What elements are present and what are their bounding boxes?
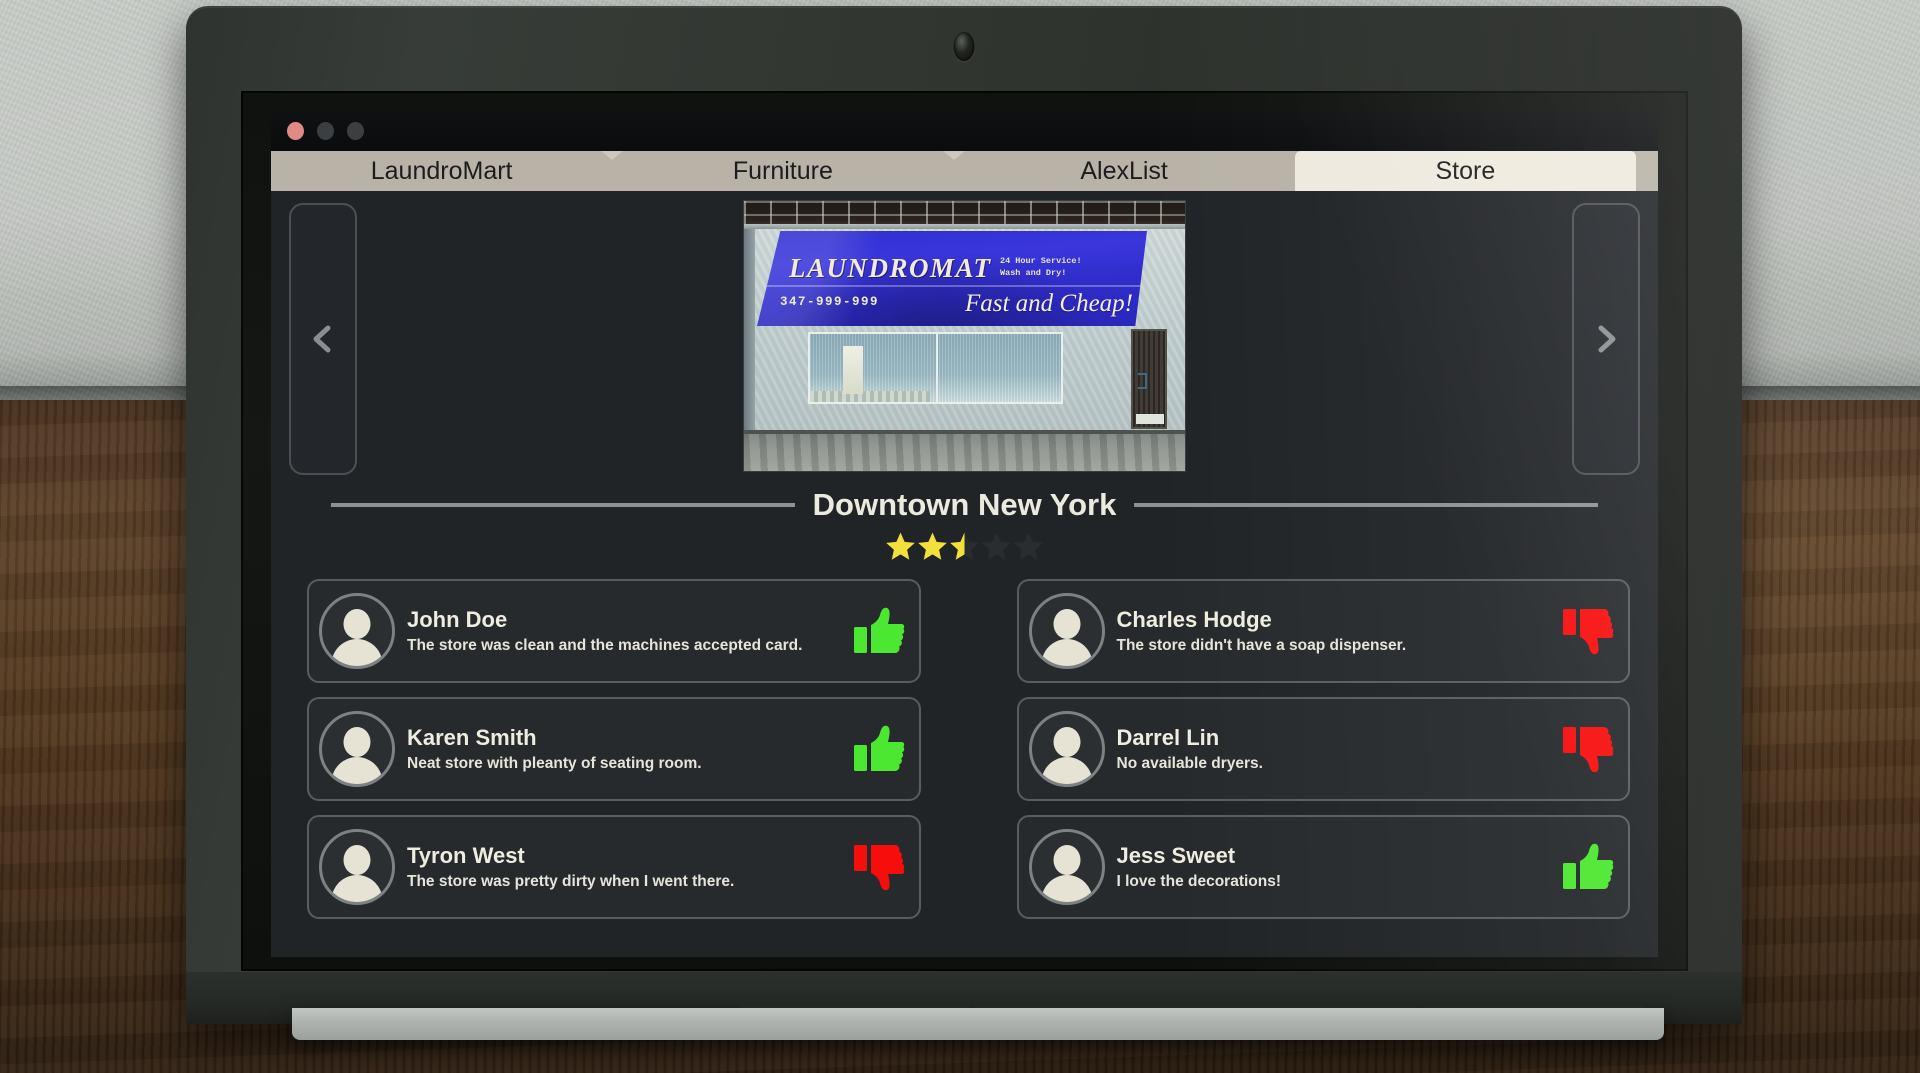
thumbs-down-icon[interactable]	[1562, 606, 1614, 656]
review-body: Darrel Lin No available dryers.	[1117, 725, 1551, 774]
review-card: Darrel Lin No available dryers.	[1016, 697, 1630, 801]
storefront-photo[interactable]: LAUNDROMAT 24 Hour Service! Wash and Dry…	[743, 200, 1186, 472]
review-comment: The store was clean and the machines acc…	[407, 636, 803, 654]
avatar-body	[1041, 639, 1092, 666]
avatar-body	[331, 757, 383, 784]
review-comment: Neat store with pleanty of seating room.	[407, 754, 702, 772]
tab-strip-filler	[1636, 151, 1658, 191]
carousel-prev-button[interactable]	[289, 203, 357, 475]
storefront-side-door	[1131, 329, 1167, 429]
screen: LaundroMart Furniture AlexList Store LAU…	[271, 111, 1658, 957]
window-maximize-button[interactable]	[347, 122, 364, 140]
awning-brand-text: LAUNDROMAT	[789, 253, 992, 283]
star-icon	[949, 531, 980, 561]
room-scene: LaundroMart Furniture AlexList Store LAU…	[0, 0, 1920, 1073]
star-icon	[981, 531, 1012, 561]
avatar-head	[1053, 845, 1080, 875]
avatar-body	[331, 875, 383, 902]
tab-store[interactable]: Store	[1294, 151, 1636, 191]
avatar-head	[343, 845, 371, 875]
review-comment: I love the decorations!	[1116, 872, 1282, 890]
storefront-brick-cornice	[744, 201, 1185, 229]
review-body: Jess Sweet I love the decorations!	[1117, 843, 1551, 892]
avatar-body	[1041, 757, 1092, 784]
avatar	[319, 593, 395, 669]
page-title: Downtown New York	[812, 487, 1117, 522]
reviewer-name: Tyron West	[407, 842, 525, 868]
storefront-interior-floor	[810, 391, 931, 402]
divider-right	[1134, 503, 1599, 507]
avatar-head	[1053, 727, 1080, 757]
awning-slogan: Fast and Cheap!	[964, 290, 1133, 317]
storefront-left-post	[744, 227, 755, 434]
divider-left	[331, 503, 795, 507]
storefront-sidewalk	[744, 434, 1185, 471]
store-page: LAUNDROMAT 24 Hour Service! Wash and Dry…	[271, 191, 1658, 957]
tab-alexlist[interactable]: AlexList	[953, 151, 1295, 191]
review-card: Jess Sweet I love the decorations!	[1016, 815, 1630, 919]
window-close-button[interactable]	[287, 122, 304, 140]
avatar	[1028, 711, 1105, 787]
review-body: Karen Smith Neat store with pleanty of se…	[407, 725, 841, 774]
review-body: John Doe The store was clean and the mach…	[407, 607, 841, 656]
storefront-awning: LAUNDROMAT 24 Hour Service! Wash and Dry…	[757, 231, 1147, 326]
awning-subtext: 24 Hour Service! Wash and Dry!	[1000, 256, 1082, 279]
screen-bezel: LaundroMart Furniture AlexList Store LAU…	[241, 91, 1688, 971]
browser-titlebar	[271, 111, 1658, 151]
review-comment: The store was pretty dirty when I went t…	[407, 872, 735, 890]
store-image-carousel: LAUNDROMAT 24 Hour Service! Wash and Dry…	[271, 191, 1658, 481]
avatar	[1028, 829, 1105, 905]
review-card: Tyron West The store was pretty dirty whe…	[307, 815, 921, 919]
star-icon	[917, 531, 948, 561]
review-card: John Doe The store was clean and the mach…	[307, 579, 921, 683]
avatar	[319, 711, 395, 787]
avatar	[1028, 593, 1105, 669]
tab-furniture[interactable]: Furniture	[612, 151, 954, 191]
awning-phone-number: 347-999-999	[780, 295, 880, 309]
review-body: Tyron West The store was pretty dirty whe…	[407, 843, 841, 892]
reviewer-name: Darrel Lin	[1116, 724, 1220, 750]
tab-label: Store	[1435, 156, 1496, 185]
avatar-head	[343, 609, 371, 639]
storefront-door-base	[1136, 414, 1164, 424]
tab-laundromart[interactable]: LaundroMart	[271, 151, 613, 191]
avatar-head	[1053, 609, 1080, 639]
tab-strip: LaundroMart Furniture AlexList Store	[271, 151, 1658, 191]
carousel-next-button[interactable]	[1572, 203, 1640, 475]
avatar-body	[331, 639, 383, 666]
storefront-window	[808, 332, 1063, 404]
laptop-base	[292, 1008, 1664, 1040]
star-icon	[885, 531, 916, 561]
thumbs-down-icon[interactable]	[1562, 724, 1614, 774]
review-card: Karen Smith Neat store with pleanty of se…	[307, 697, 921, 801]
avatar	[319, 829, 395, 905]
tab-label: LaundroMart	[370, 156, 513, 185]
reviewer-name: Jess Sweet	[1116, 842, 1236, 868]
review-comment: No available dryers.	[1116, 754, 1263, 772]
avatar-body	[1041, 875, 1092, 902]
star-icon	[1013, 531, 1044, 561]
chevron-left-icon	[308, 324, 338, 354]
reviewer-name: Charles Hodge	[1116, 606, 1272, 632]
storefront-interior-door	[843, 346, 863, 394]
thumbs-down-icon[interactable]	[853, 842, 905, 892]
thumbs-up-icon[interactable]	[853, 606, 905, 656]
thumbs-up-icon[interactable]	[853, 724, 905, 774]
reviewer-name: John Doe	[407, 606, 508, 632]
review-card: Charles Hodge The store didn't have a soa…	[1016, 579, 1630, 683]
store-title-row: Downtown New York	[271, 481, 1658, 523]
review-list: John Doe The store was clean and the mach…	[271, 565, 1658, 919]
avatar-head	[343, 727, 371, 757]
window-minimize-button[interactable]	[317, 122, 334, 140]
tab-label: Furniture	[732, 156, 833, 185]
webcam-icon	[953, 32, 975, 61]
review-comment: The store didn't have a soap dispenser.	[1116, 636, 1407, 654]
reviewer-name: Karen Smith	[407, 724, 537, 750]
tab-label: AlexList	[1080, 156, 1168, 185]
thumbs-up-icon[interactable]	[1562, 842, 1614, 892]
laptop: LaundroMart Furniture AlexList Store LAU…	[186, 6, 1742, 1040]
review-body: Charles Hodge The store didn't have a soa…	[1117, 607, 1551, 656]
chevron-right-icon	[1591, 324, 1621, 354]
store-rating	[271, 531, 1658, 565]
